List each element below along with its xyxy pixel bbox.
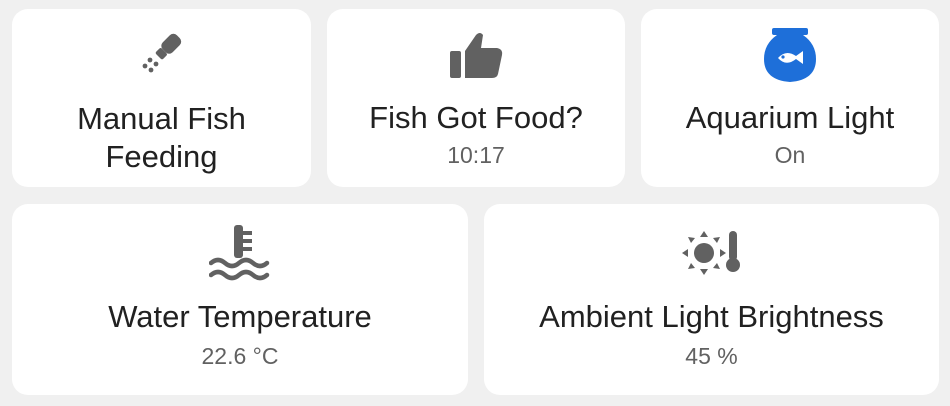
card-title: Aquarium Light <box>685 100 895 135</box>
sun-thermometer-icon <box>681 223 742 283</box>
card-state: 10:17 <box>447 142 505 168</box>
card-title: Manual Fish Feeding <box>77 101 246 174</box>
card-state: 22.6 °C <box>201 343 279 369</box>
card-manual-fish-feeding[interactable]: Manual Fish Feeding <box>12 9 311 187</box>
card-ambient-light-brightness[interactable]: Ambient Light Brightness 45 % <box>484 204 939 395</box>
card-state: 45 % <box>685 343 738 369</box>
card-title: Ambient Light Brightness <box>539 299 884 334</box>
card-aquarium-light[interactable]: Aquarium Light On <box>641 9 939 187</box>
card-fish-got-food[interactable]: Fish Got Food? 10:17 <box>327 9 625 187</box>
water-thermometer-icon <box>208 223 271 283</box>
salt-shaker-icon <box>132 26 192 86</box>
fishbowl-icon <box>760 26 820 86</box>
thumb-up-icon <box>446 26 506 86</box>
card-water-temperature[interactable]: Water Temperature 22.6 °C <box>12 204 468 395</box>
card-title: Fish Got Food? <box>369 100 583 135</box>
card-title: Water Temperature <box>108 299 372 334</box>
card-state: On <box>774 142 806 168</box>
